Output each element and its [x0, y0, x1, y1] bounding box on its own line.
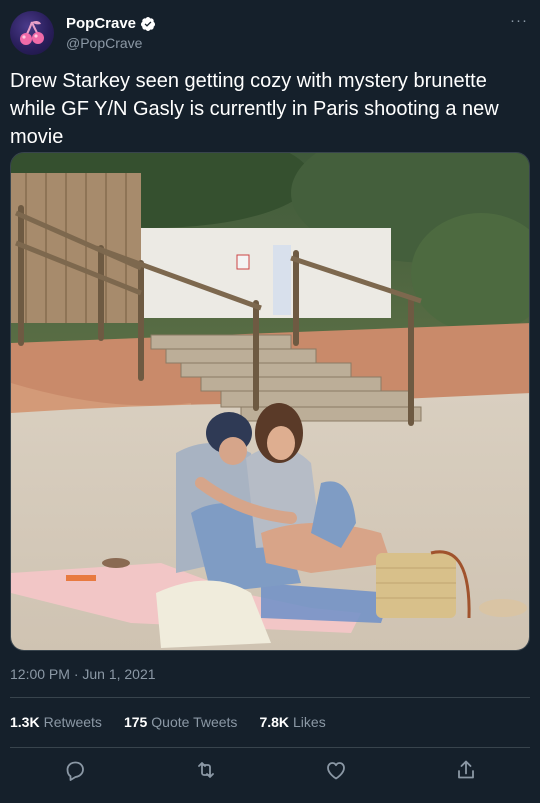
cherry-logo-icon — [20, 20, 44, 45]
retweets-label: Retweets — [43, 714, 102, 730]
tweet-header: PopCrave @PopCrave ··· — [10, 10, 530, 56]
tweet-timestamp[interactable]: 12:00 PM · Jun 1, 2021 — [10, 666, 156, 682]
likes-stat[interactable]: 7.8K Likes — [259, 714, 325, 730]
retweet-icon — [198, 762, 214, 778]
engagement-stats: 1.3K Retweets 175 Quote Tweets 7.8K Likes — [10, 714, 348, 730]
action-bar — [0, 752, 540, 788]
quotes-count: 175 — [123, 714, 148, 730]
like-button[interactable] — [324, 758, 348, 782]
tweet-photo[interactable] — [10, 152, 530, 651]
beach-photo — [11, 153, 529, 650]
like-icon — [327, 762, 345, 780]
more-options-icon[interactable]: ··· — [510, 12, 528, 29]
quotes-label: Quote Tweets — [151, 714, 238, 730]
divider — [10, 697, 530, 698]
quote-tweets-stat[interactable]: 175 Quote Tweets — [124, 714, 238, 730]
tweet-text: Drew Starkey seen getting cozy with myst… — [10, 70, 499, 148]
likes-count: 7.8K — [259, 714, 290, 730]
share-icon — [458, 760, 474, 779]
likes-label: Likes — [293, 714, 326, 730]
retweets-stat[interactable]: 1.3K Retweets — [10, 714, 102, 730]
verified-badge-icon — [141, 16, 156, 31]
author-avatar[interactable] — [10, 11, 54, 55]
share-button[interactable] — [454, 758, 478, 782]
reply-button[interactable] — [63, 758, 87, 782]
author-handle[interactable]: @PopCrave — [66, 35, 142, 51]
author-name[interactable]: PopCrave — [66, 15, 136, 32]
reply-icon — [66, 761, 84, 781]
retweet-button[interactable] — [194, 758, 218, 782]
retweets-count: 1.3K — [10, 714, 40, 730]
divider — [10, 747, 530, 748]
